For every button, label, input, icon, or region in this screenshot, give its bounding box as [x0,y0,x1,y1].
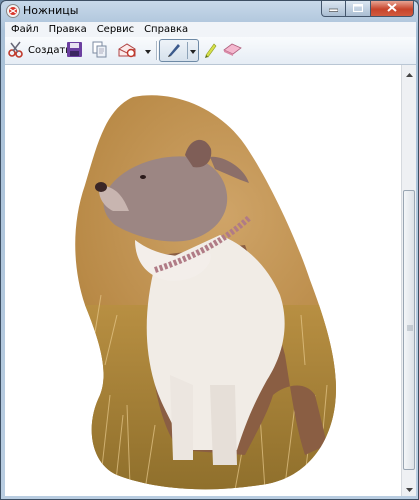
title-bar[interactable]: Ножницы [1,1,418,22]
maximize-icon [352,2,364,15]
maximize-button[interactable] [346,1,371,17]
menu-file[interactable]: Файл [5,22,44,37]
toolbar-separator [156,41,158,60]
new-snip-label: Создать [28,45,72,56]
menu-bar: Файл Правка Сервис Справка [5,22,416,37]
minimize-button[interactable] [321,1,346,17]
copy-icon [91,41,108,61]
chevron-down-icon[interactable] [145,44,151,57]
snip-image [75,95,336,490]
snip-canvas[interactable] [5,65,401,496]
scissors-app-icon [6,4,20,18]
minimize-icon [328,2,339,15]
chevron-down-icon [405,482,413,495]
scissors-icon [7,40,25,61]
scroll-up-button[interactable] [402,65,416,81]
new-snip-button[interactable]: Создать [7,40,71,61]
toolbar: Создать [5,37,416,65]
vertical-scrollbar[interactable] [401,65,416,496]
save-icon [66,41,83,61]
grip-icon [407,325,413,331]
pen-split-divider [187,42,188,59]
send-snip-button[interactable] [117,40,155,61]
window-frame-bottom [1,496,418,499]
highlighter-button[interactable] [202,40,222,61]
menu-help[interactable]: Справка [139,22,193,37]
scroll-down-button[interactable] [402,480,416,496]
send-icon [117,41,137,61]
close-icon [387,2,397,15]
scroll-thumb[interactable] [403,190,415,470]
eraser-icon [223,42,242,59]
pen-button[interactable] [159,39,199,62]
chevron-up-icon [405,67,413,80]
chevron-down-icon[interactable] [190,44,196,57]
close-button[interactable] [371,1,414,17]
pen-icon [166,41,182,60]
highlighter-icon [202,41,218,61]
caption-buttons [321,1,414,19]
eraser-button[interactable] [223,40,245,61]
menu-edit[interactable]: Правка [44,22,92,37]
save-button[interactable] [66,40,86,61]
snipping-tool-window: Ножницы Файл Правка Сервис Справка Созда… [0,0,419,500]
window-title: Ножницы [23,4,79,17]
copy-button[interactable] [91,40,111,61]
menu-tools[interactable]: Сервис [92,22,139,37]
